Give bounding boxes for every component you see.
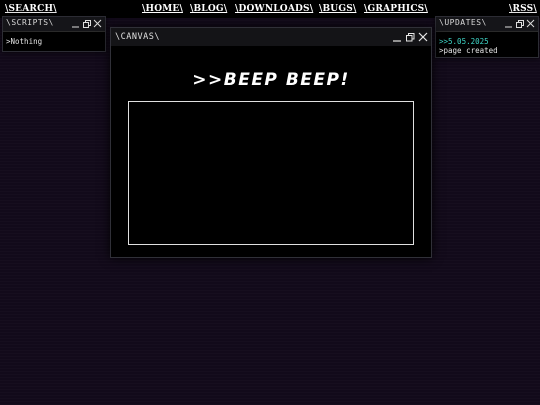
close-icon[interactable] (93, 18, 102, 29)
scripts-window: \SCRIPTS\ >Nothing (2, 16, 106, 52)
close-icon[interactable] (418, 31, 428, 43)
canvas-window: \CANVAS\ >>BEEP BEEP! (110, 27, 432, 258)
nav-blog-link[interactable]: \BLOG\ (190, 4, 227, 14)
nav-graphics-link[interactable]: \GRAPHICS\ (364, 4, 428, 14)
restore-icon[interactable] (405, 31, 415, 43)
drawing-canvas[interactable] (128, 101, 414, 245)
canvas-window-title: \CANVAS\ (115, 32, 160, 42)
canvas-window-titlebar[interactable]: \CANVAS\ (111, 28, 431, 46)
update-entry: >page created (439, 46, 498, 55)
minimize-icon[interactable] (504, 18, 513, 29)
nav-search-link[interactable]: \SEARCH\ (5, 4, 57, 14)
update-date: >>5.05.2025 (439, 37, 489, 46)
minimize-icon[interactable] (392, 31, 402, 43)
nav-rss-link[interactable]: \RSS\ (509, 4, 537, 14)
minimize-icon[interactable] (71, 18, 80, 29)
nav-home-link[interactable]: \HOME\ (142, 4, 183, 14)
scripts-window-titlebar[interactable]: \SCRIPTS\ (3, 17, 105, 32)
scripts-window-title: \SCRIPTS\ (6, 18, 54, 27)
updates-window-title: \UPDATES\ (439, 18, 487, 27)
restore-icon[interactable] (82, 18, 91, 29)
updates-window-content: >>5.05.2025 >page created (436, 32, 538, 55)
scripts-window-content: >Nothing (6, 37, 43, 46)
canvas-headline: >>BEEP BEEP! (192, 70, 350, 90)
updates-window: \UPDATES\ >>5.05.2025 >page created (435, 16, 539, 58)
nav-downloads-link[interactable]: \DOWNLOADS\ (235, 4, 313, 14)
nav-bugs-link[interactable]: \BUGS\ (319, 4, 356, 14)
updates-window-titlebar[interactable]: \UPDATES\ (436, 17, 538, 32)
close-icon[interactable] (526, 18, 535, 29)
restore-icon[interactable] (515, 18, 524, 29)
